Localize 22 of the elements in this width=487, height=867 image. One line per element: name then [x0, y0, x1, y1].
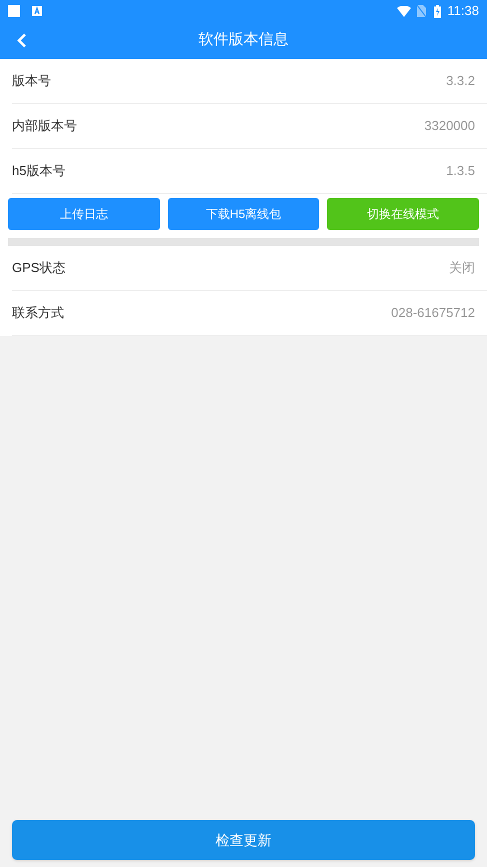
- battery-icon: [434, 4, 442, 18]
- row-value: 3320000: [424, 117, 475, 136]
- row-label: 内部版本号: [12, 117, 77, 136]
- row-value: 028-61675712: [391, 304, 475, 322]
- action-button[interactable]: 下载H5离线包: [168, 198, 320, 230]
- clock-time: 11:38: [447, 2, 479, 20]
- row-label: 版本号: [12, 72, 51, 90]
- back-icon[interactable]: [17, 33, 27, 48]
- app-notification-icon: [32, 6, 42, 16]
- row-label: h5版本号: [12, 162, 66, 180]
- row-value: 3.3.2: [446, 72, 475, 90]
- row-label: 联系方式: [12, 304, 64, 322]
- check-update-button[interactable]: 检查更新: [12, 820, 475, 860]
- notification-icon: [8, 5, 20, 17]
- row-value: 1.3.5: [446, 162, 475, 180]
- row-label: GPS状态: [12, 259, 66, 278]
- wifi-icon: [397, 6, 412, 16]
- action-button[interactable]: 上传日志: [8, 198, 160, 230]
- page-title: 软件版本信息: [198, 30, 288, 50]
- action-button[interactable]: 切换在线模式: [327, 198, 480, 230]
- row-value: 关闭: [449, 259, 475, 278]
- no-sim-icon: [417, 5, 426, 17]
